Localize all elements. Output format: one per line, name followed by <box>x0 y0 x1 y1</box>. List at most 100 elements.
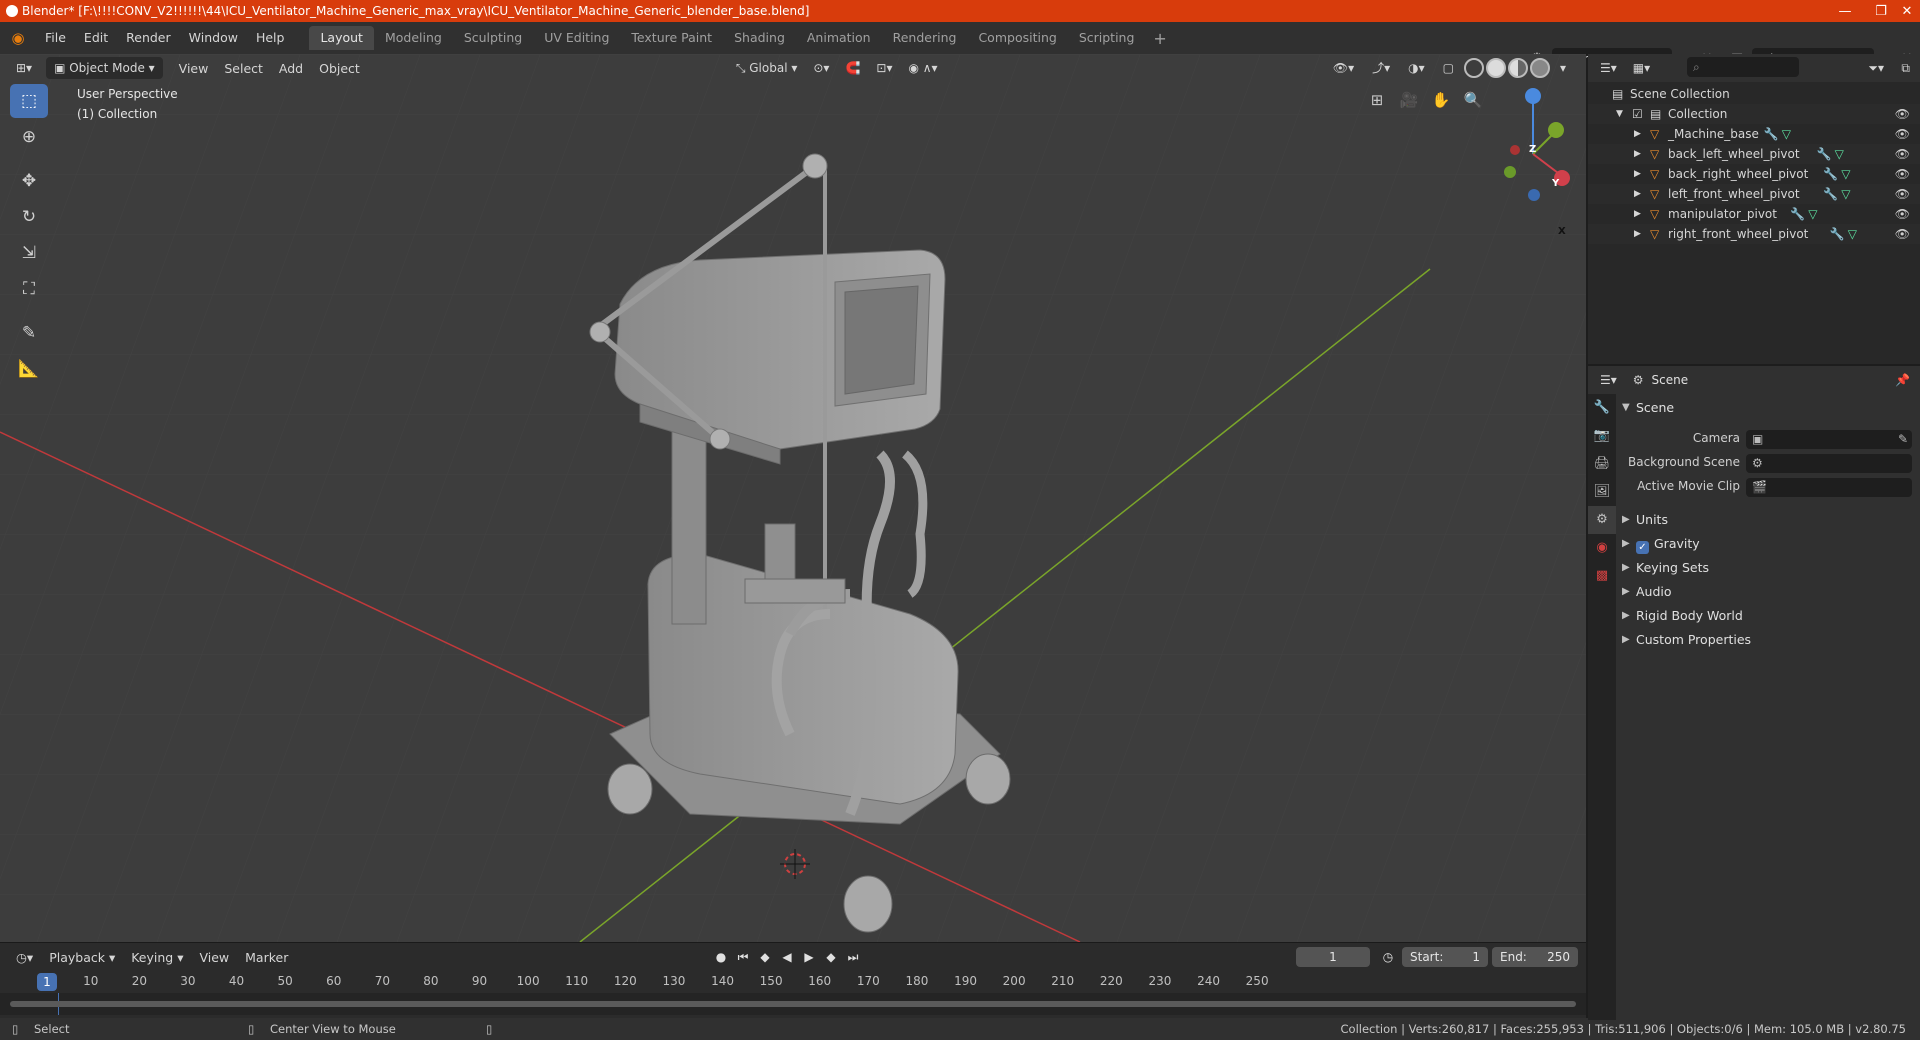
menu-render[interactable]: Render <box>117 22 180 54</box>
view-layer-tab-icon[interactable]: 🖼 <box>1588 478 1616 506</box>
expand-arrow-icon[interactable]: ▶ <box>1634 124 1641 144</box>
xray-toggle-icon[interactable]: ▢ <box>1435 57 1462 79</box>
outliner-object-row[interactable]: ▶ ▽ left_front_wheel_pivot 🔧 ▽ 👁 <box>1588 184 1920 204</box>
proportional-edit-icon[interactable]: ◉ ∧▾ <box>900 57 945 79</box>
frame-cursor[interactable]: 1 <box>37 973 57 991</box>
modifier-icon[interactable]: 🔧 <box>1764 124 1779 144</box>
move-tool-icon[interactable]: ✥ <box>10 164 48 198</box>
mesh-data-icon[interactable]: ▽ <box>1782 124 1791 144</box>
add-workspace-button[interactable]: + <box>1145 29 1174 48</box>
menu-edit[interactable]: Edit <box>75 22 117 54</box>
modifier-icon[interactable]: 🔧 <box>1790 204 1805 224</box>
visibility-eye-icon[interactable]: 👁 <box>1895 184 1910 204</box>
expand-arrow-icon[interactable]: ▶ <box>1634 204 1641 224</box>
include-checkbox-icon[interactable]: ☑ <box>1632 104 1643 124</box>
prev-keyframe-icon[interactable]: ◆ <box>756 947 774 967</box>
outliner-scene-collection[interactable]: ▤ Scene Collection <box>1588 84 1920 104</box>
camera-field[interactable]: ▣ ✎ <box>1746 430 1912 449</box>
editor-type-icon[interactable]: ⊞▾ <box>8 57 40 79</box>
tab-scripting[interactable]: Scripting <box>1068 26 1146 50</box>
texture-tab-icon[interactable]: ▩ <box>1588 562 1616 590</box>
pin-icon[interactable]: 📌 <box>1895 373 1910 387</box>
outliner-object-row[interactable]: ▶ ▽ right_front_wheel_pivot 🔧 ▽ 👁 <box>1588 224 1920 244</box>
gravity-panel-header[interactable]: ▶ ✓ Gravity <box>1616 532 1920 556</box>
ortho-toggle-icon[interactable]: ⊞ <box>1364 87 1390 113</box>
zoom-view-icon[interactable]: 🔍 <box>1460 87 1486 113</box>
modifier-icon[interactable]: 🔧 <box>1823 184 1838 204</box>
menu-keying[interactable]: Keying ▾ <box>123 950 191 965</box>
mode-selector[interactable]: ▣ Object Mode ▾ <box>46 57 163 79</box>
minimize-button[interactable]: — <box>1822 0 1868 22</box>
display-mode-icon[interactable]: ▦▾ <box>1625 57 1658 79</box>
tab-rendering[interactable]: Rendering <box>882 26 968 50</box>
visibility-eye-icon[interactable]: 👁 <box>1895 104 1910 124</box>
menu-timeline-view[interactable]: View <box>191 950 237 965</box>
custom-properties-panel-header[interactable]: ▶ Custom Properties <box>1616 628 1920 652</box>
filter-icon[interactable]: ⏷▾ <box>1860 57 1892 79</box>
tab-uv-editing[interactable]: UV Editing <box>533 26 620 50</box>
menu-marker[interactable]: Marker <box>237 950 296 965</box>
next-keyframe-icon[interactable]: ◆ <box>822 947 840 967</box>
expand-arrow-icon[interactable]: ▶ <box>1634 184 1641 204</box>
frame-ruler[interactable]: 1 10 20 30 40 50 60 70 80 90 100 110 120 130 140 150 16… <box>0 971 1586 993</box>
timeline-editor-type-icon[interactable]: ◷▾ <box>8 950 41 965</box>
pivot-point-icon[interactable]: ⊙▾ <box>805 57 837 79</box>
timeline-track[interactable] <box>0 993 1586 1015</box>
mesh-data-icon[interactable]: ▽ <box>1835 144 1844 164</box>
output-tab-icon[interactable]: 🖨 <box>1588 450 1616 478</box>
active-movie-clip-field[interactable]: 🎬 <box>1746 478 1912 497</box>
jump-end-icon[interactable]: ⏭ <box>844 947 862 967</box>
close-button[interactable]: ✕ <box>1894 0 1920 22</box>
mesh-data-icon[interactable]: ▽ <box>1841 164 1850 184</box>
record-icon[interactable]: ● <box>712 947 730 967</box>
start-frame-field[interactable]: Start: 1 <box>1402 947 1488 967</box>
scene-panel-header[interactable]: ▼ Scene <box>1616 396 1920 420</box>
modifier-icon[interactable]: 🔧 <box>1823 164 1838 184</box>
snap-icon[interactable]: 🧲 <box>837 57 868 79</box>
outliner-collection-row[interactable]: ▼ ☑ ▤ Collection 👁 <box>1588 104 1920 124</box>
visibility-eye-icon[interactable]: 👁 <box>1895 164 1910 184</box>
end-frame-field[interactable]: End: 250 <box>1492 947 1578 967</box>
outliner-object-row[interactable]: ▶ ▽ back_left_wheel_pivot 🔧 ▽ 👁 <box>1588 144 1920 164</box>
collapse-arrow-icon[interactable]: ▼ <box>1616 104 1623 124</box>
play-icon[interactable]: ▶ <box>800 947 818 967</box>
material-shading-icon[interactable] <box>1507 58 1528 78</box>
visibility-eye-icon[interactable]: 👁 <box>1895 144 1910 164</box>
solid-shading-icon[interactable] <box>1485 58 1506 78</box>
outliner-object-row[interactable]: ▶ ▽ manipulator_pivot 🔧 ▽ 👁 <box>1588 204 1920 224</box>
wireframe-shading-icon[interactable] <box>1463 58 1484 78</box>
menu-add[interactable]: Add <box>271 61 311 76</box>
menu-view[interactable]: View <box>171 61 217 76</box>
viewport-canvas[interactable] <box>0 54 1586 942</box>
gizmo-toggle-icon[interactable]: ⤴▾ <box>1364 57 1398 79</box>
cursor-tool-icon[interactable]: ⊕ <box>10 120 48 154</box>
transform-tool-icon[interactable]: ⛶ <box>10 272 48 306</box>
rendered-shading-icon[interactable] <box>1529 58 1550 78</box>
expand-arrow-icon[interactable]: ▶ <box>1634 224 1641 244</box>
outliner-object-row[interactable]: ▶ ▽ back_right_wheel_pivot 🔧 ▽ 👁 <box>1588 164 1920 184</box>
overlay-toggle-icon[interactable]: ◑▾ <box>1400 57 1433 79</box>
tool-tab-icon[interactable]: 🔧 <box>1588 394 1616 422</box>
tab-sculpting[interactable]: Sculpting <box>453 26 533 50</box>
new-collection-icon[interactable]: ⧉ <box>1893 57 1918 79</box>
blender-menu-icon[interactable]: ◉ <box>0 29 36 47</box>
menu-object[interactable]: Object <box>311 61 368 76</box>
play-reverse-icon[interactable]: ◀ <box>778 947 796 967</box>
rotate-tool-icon[interactable]: ↻ <box>10 200 48 234</box>
tab-animation[interactable]: Animation <box>796 26 882 50</box>
rigid-body-world-panel-header[interactable]: ▶ Rigid Body World <box>1616 604 1920 628</box>
current-frame-field[interactable]: 1 <box>1296 947 1370 967</box>
units-panel-header[interactable]: ▶ Units <box>1616 508 1920 532</box>
auto-keying-icon[interactable]: ◷ <box>1378 947 1398 967</box>
timeline-scrollbar[interactable] <box>10 1001 1576 1007</box>
render-tab-icon[interactable]: 📷 <box>1588 422 1616 450</box>
visibility-icon[interactable]: 👁▾ <box>1325 57 1362 79</box>
properties-editor-type-icon[interactable]: ☰▾ <box>1592 369 1625 391</box>
mesh-data-icon[interactable]: ▽ <box>1848 224 1857 244</box>
tab-shading[interactable]: Shading <box>723 26 796 50</box>
tab-texture-paint[interactable]: Texture Paint <box>620 26 723 50</box>
tab-compositing[interactable]: Compositing <box>967 26 1067 50</box>
select-box-tool-icon[interactable]: ⬚ <box>10 84 48 118</box>
3d-viewport[interactable]: Z Y X ⊞▾ ▣ Object Mode ▾ View Select Add… <box>0 54 1586 942</box>
menu-select[interactable]: Select <box>216 61 271 76</box>
